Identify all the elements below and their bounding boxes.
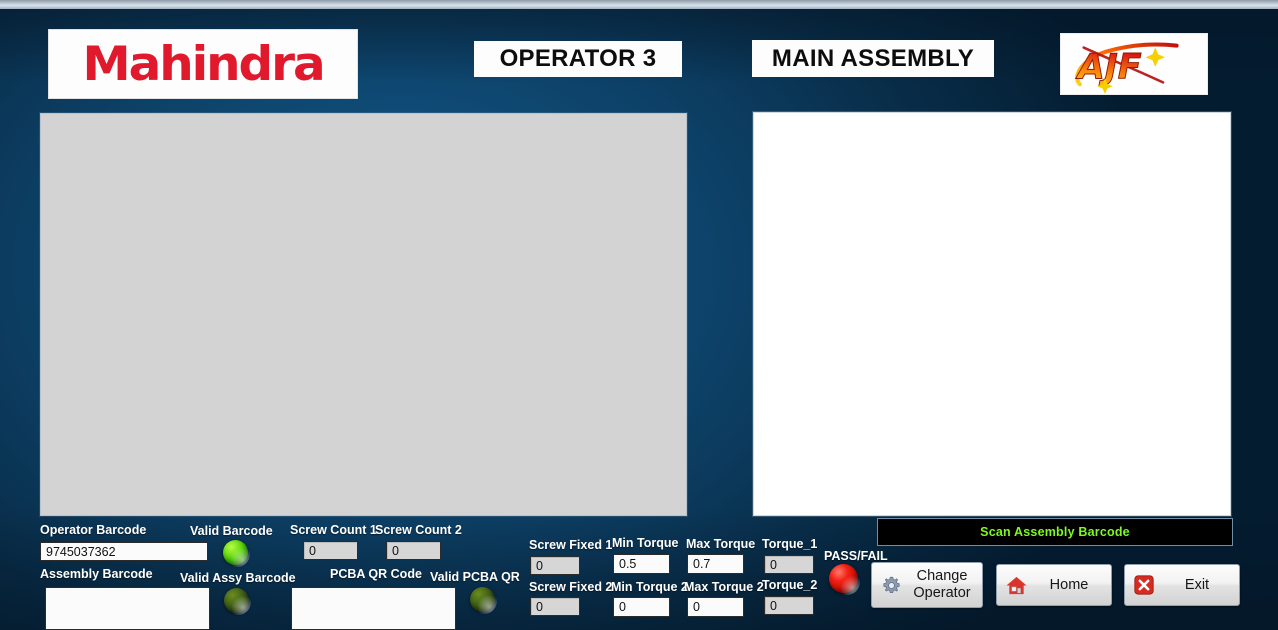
torque-2-value: 0 [764,596,814,615]
valid-barcode-label: Valid Barcode [190,524,273,538]
torque-1-label: Torque_1 [762,537,818,551]
camera-image-panel [40,113,687,516]
exit-button-label: Exit [1184,576,1210,593]
assembly-log-panel [753,112,1231,516]
ajf-logo-graphic: AJF [1074,42,1179,94]
window-top-chrome [0,0,1278,9]
station-title-plate: MAIN ASSEMBLY [752,40,994,77]
exit-button[interactable]: Exit [1124,564,1240,606]
home-button[interactable]: Home [996,564,1112,606]
change-operator-button-label: Change Operator [913,568,971,601]
screw-count-1-label: Screw Count 1 [290,523,377,537]
pcba-qr-code-input[interactable] [291,587,456,630]
screw-fixed-2-label: Screw Fixed 2 [529,580,613,594]
screw-fixed-1-value: 0 [530,556,580,575]
min-torque-2-input[interactable]: 0 [613,597,670,617]
ajf-logo: AJF [1060,33,1208,95]
assembly-barcode-input[interactable] [45,587,210,630]
min-torque-1-label: Min Torque [612,536,679,550]
screw-count-1-value: 0 [303,541,358,560]
max-torque-2-input[interactable]: 0 [687,597,744,617]
valid-pcba-qr-label: Valid PCBA QR [430,570,520,584]
status-message-display: Scan Assembly Barcode [877,518,1233,546]
torque-2-label: Torque_2 [762,578,818,592]
status-message-text: Scan Assembly Barcode [980,525,1130,539]
screw-count-2-value: 0 [386,541,441,560]
gear-icon [872,575,910,596]
valid-assy-barcode-led [224,588,251,615]
change-operator-button[interactable]: Change Operator [871,562,983,608]
home-icon [997,574,1035,597]
screw-fixed-1-label: Screw Fixed 1 [529,538,613,552]
max-torque-2-label: Max Torque 2 [684,580,764,594]
max-torque-1-label: Max Torque [686,537,756,551]
mahindra-logo-text: Mahindra [82,36,325,92]
min-torque-2-label: Min Torque 2 [611,580,688,594]
operator-title-plate: OPERATOR 3 [474,41,682,77]
home-button-label: Home [1049,576,1089,593]
min-torque-1-input[interactable]: 0.5 [613,554,670,574]
pcba-qr-code-label: PCBA QR Code [330,567,422,581]
pass-fail-label: PASS/FAIL [824,549,888,563]
valid-assy-barcode-label: Valid Assy Barcode [180,571,296,585]
pass-fail-led [829,564,860,595]
valid-pcba-qr-led [470,587,497,614]
operator-title-text: OPERATOR 3 [499,45,657,72]
operator-barcode-label: Operator Barcode [40,523,147,537]
station-title-text: MAIN ASSEMBLY [771,44,975,72]
torque-1-value: 0 [764,555,814,574]
operator-barcode-input[interactable]: 9745037362 [40,542,208,561]
close-icon [1125,574,1163,596]
svg-text:AJF: AJF [1075,48,1142,88]
assembly-barcode-label: Assembly Barcode [40,567,153,581]
max-torque-1-input[interactable]: 0.7 [687,554,744,574]
valid-barcode-led [223,540,250,567]
mahindra-logo: Mahindra [48,29,358,99]
screw-count-2-label: Screw Count 2 [375,523,462,537]
screw-fixed-2-value: 0 [530,597,580,616]
